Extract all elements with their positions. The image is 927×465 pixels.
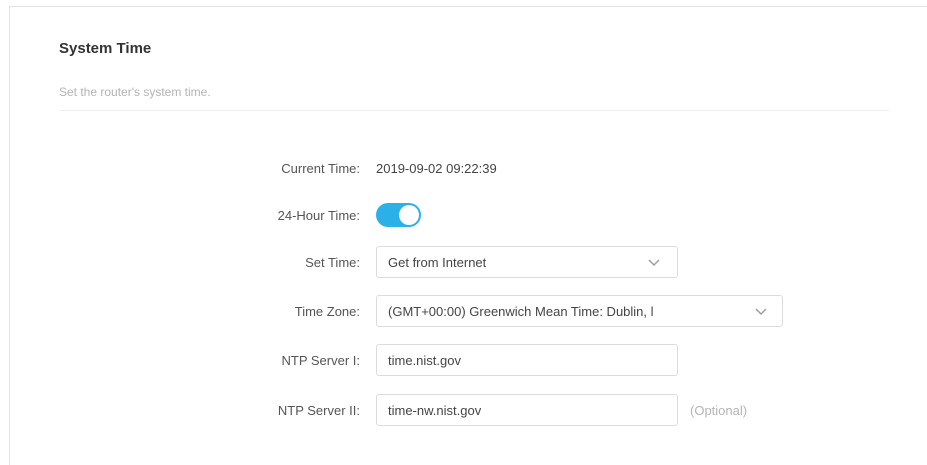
ntp-server-1-value: time.nist.gov — [388, 353, 461, 368]
hour24-label: 24-Hour Time: — [277, 208, 360, 223]
ntp-server-1-input[interactable]: time.nist.gov — [376, 344, 678, 376]
time-zone-label: Time Zone: — [294, 304, 360, 319]
set-time-select[interactable]: Get from Internet — [376, 246, 678, 278]
chevron-down-icon — [755, 308, 767, 315]
set-time-selected-value: Get from Internet — [388, 255, 487, 270]
section-title: System Time — [59, 40, 152, 57]
ntp-server-1-label: NTP Server I: — [281, 353, 360, 368]
section-description: Set the router's system time. — [59, 85, 211, 99]
optional-note: (Optional) — [690, 403, 748, 418]
toggle-knob — [399, 205, 419, 225]
current-time-label: Current Time: — [281, 161, 360, 176]
hour24-toggle[interactable] — [376, 203, 421, 227]
set-time-label: Set Time: — [305, 255, 360, 270]
time-zone-select[interactable]: (GMT+00:00) Greenwich Mean Time: Dublin,… — [376, 295, 783, 327]
ntp-server-2-label: NTP Server II: — [277, 403, 360, 418]
ntp-server-2-value: time-nw.nist.gov — [388, 403, 482, 418]
time-zone-selected-value: (GMT+00:00) Greenwich Mean Time: Dublin,… — [388, 304, 654, 319]
current-time-value: 2019-09-02 09:22:39 — [376, 161, 497, 176]
chevron-down-icon — [648, 259, 660, 266]
section-divider — [59, 110, 889, 111]
ntp-server-2-input[interactable]: time-nw.nist.gov — [376, 394, 678, 426]
